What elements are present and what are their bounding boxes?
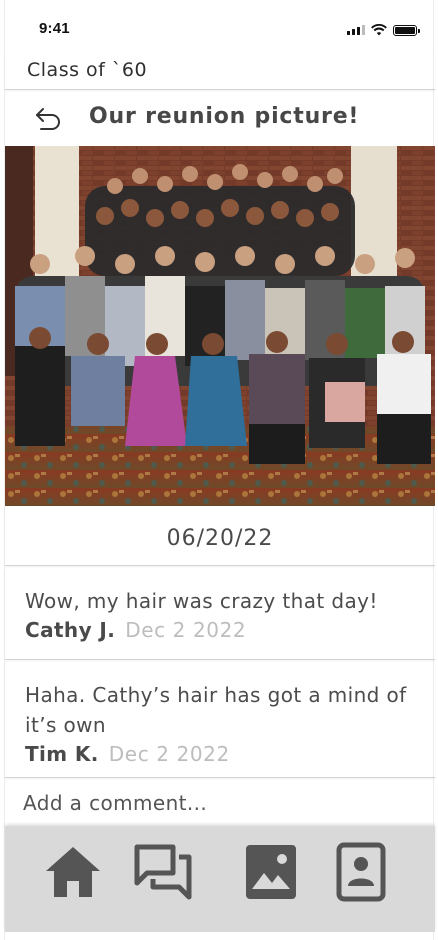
comment-text: Wow, my hair was crazy that day! (25, 589, 378, 613)
comment-meta: Cathy J. Dec 2 2022 (25, 618, 246, 642)
post-date-row: 06/20/22 (5, 506, 435, 566)
post-title: Our reunion picture! (89, 104, 360, 129)
comment-date: Dec 2 2022 (125, 618, 247, 642)
status-bar: 9:41 (5, 0, 435, 56)
nav-contacts-button[interactable] (329, 840, 393, 904)
phone-screen: 9:41 Class of `60 Our reunion picture! 0… (4, 0, 435, 940)
group-title: Class of `60 (27, 59, 148, 81)
comment-text: Haha. Cathy’s hair has got a mind of it’… (25, 683, 407, 737)
home-icon (46, 847, 100, 897)
bottom-nav (5, 826, 435, 932)
post-date: 06/20/22 (166, 526, 274, 551)
nav-home-button[interactable] (41, 840, 105, 904)
comment-author[interactable]: Tim K. (25, 742, 99, 766)
add-comment-input[interactable] (5, 782, 435, 824)
signal-icon (347, 25, 365, 35)
status-icons (347, 24, 420, 36)
comment: Wow, my hair was crazy that day! Cathy J… (5, 570, 435, 660)
comment: Haha. Cathy’s hair has got a mind of it’… (5, 664, 435, 778)
comment-meta: Tim K. Dec 2 2022 (25, 742, 230, 766)
group-header: Class of `60 (5, 56, 435, 90)
comment-author[interactable]: Cathy J. (25, 618, 115, 642)
comment-date: Dec 2 2022 (108, 742, 230, 766)
wifi-icon (371, 24, 387, 36)
reunion-photo[interactable] (5, 146, 435, 506)
nav-photos-button[interactable] (239, 840, 303, 904)
back-icon[interactable] (33, 106, 63, 134)
photos-icon (246, 845, 296, 899)
nav-chat-button[interactable] (131, 840, 195, 904)
status-time: 9:41 (39, 20, 70, 37)
chat-icon (134, 844, 192, 900)
post-title-row: Our reunion picture! (5, 92, 435, 146)
contacts-icon (336, 842, 386, 902)
battery-icon (393, 24, 420, 36)
